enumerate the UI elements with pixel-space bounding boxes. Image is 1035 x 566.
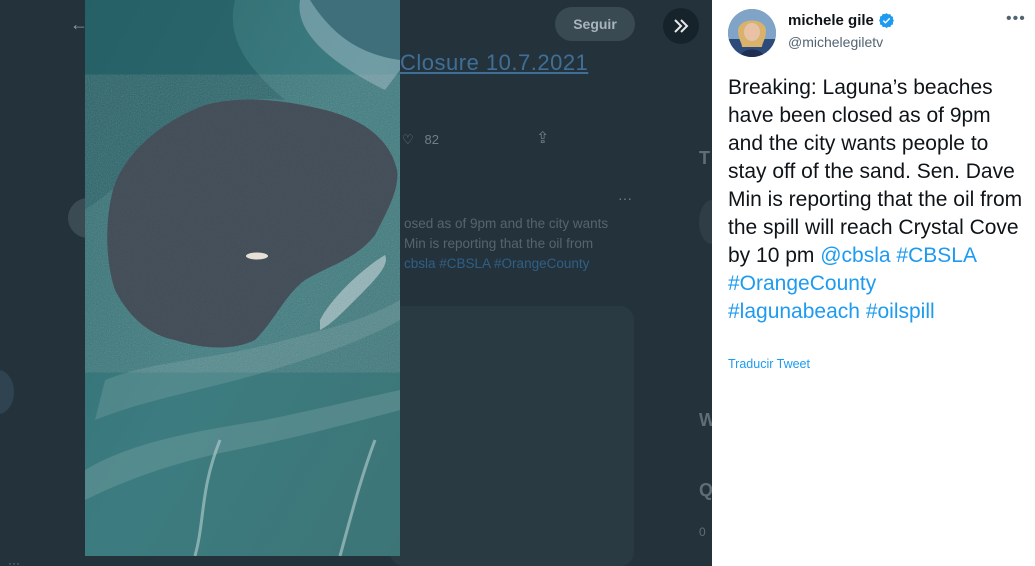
tweet-panel: michele gile @michelegiletv ••• Breaking… — [712, 0, 1035, 566]
more-horizontal-icon[interactable]: ••• — [1006, 10, 1026, 28]
verified-badge-icon — [878, 13, 894, 28]
bg-tags-line: cbsla #CBSLA #OrangeCounty — [404, 256, 590, 271]
hashtag-link[interactable]: #OrangeCounty — [728, 272, 876, 295]
background-like-stat[interactable]: ♡ 82 — [402, 132, 439, 148]
background-tweet-text: osed as of 9pm and the city wants Min is… — [404, 214, 644, 274]
like-count: 82 — [424, 132, 439, 147]
author-avatar[interactable] — [728, 9, 776, 57]
hashtag-link[interactable]: #oilspill — [866, 300, 935, 323]
translate-tweet-link[interactable]: Traducir Tweet — [728, 357, 810, 371]
oil-spill-photo — [85, 0, 400, 556]
background-sidebar-edge: T W Q 0 — [695, 0, 712, 566]
background-more-icon[interactable]: ··· — [618, 190, 632, 206]
expand-panel-button[interactable] — [663, 8, 699, 44]
author-handle[interactable]: @michelegiletv — [788, 34, 883, 50]
author-name-row[interactable]: michele gile — [788, 12, 895, 29]
mention-link[interactable]: @cbsla — [820, 244, 890, 267]
chevron-double-right-icon — [674, 19, 689, 33]
hashtag-link[interactable]: #lagunabeach — [728, 300, 860, 323]
background-tweet-title: Closure 10.7.2021 — [400, 50, 589, 75]
author-name[interactable]: michele gile — [788, 12, 874, 29]
bg-text-line-2: Min is reporting that the oil from — [404, 236, 594, 251]
follow-button[interactable]: Seguir — [555, 7, 635, 41]
share-icon[interactable]: ⇪ — [536, 128, 549, 148]
previous-media-button[interactable] — [0, 370, 14, 414]
bg-text-line-1: osed as of 9pm and the city wants — [404, 216, 609, 231]
hashtag-link[interactable]: #CBSLA — [896, 244, 977, 267]
tweet-text: Breaking: Laguna’s beaches have been clo… — [728, 74, 1028, 326]
tweet-body: Breaking: Laguna’s beaches have been clo… — [728, 76, 1023, 267]
background-more-icon-bottom: ··· — [8, 556, 20, 566]
background-media-card — [390, 306, 634, 566]
